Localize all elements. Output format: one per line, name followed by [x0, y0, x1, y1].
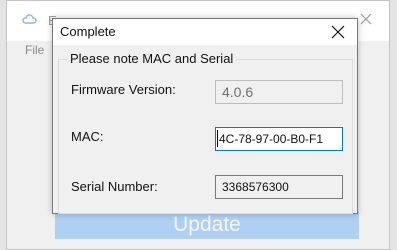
text-caret	[217, 130, 218, 147]
close-icon	[331, 25, 345, 39]
cloud-icon	[22, 14, 37, 24]
complete-dialog: Complete Please note MAC and Serial Firm…	[52, 18, 358, 214]
dialog-close-button[interactable]	[323, 20, 353, 44]
file-menu[interactable]: File	[25, 43, 44, 57]
close-icon[interactable]	[358, 11, 374, 27]
firmware-version-label: Firmware Version:	[71, 82, 176, 97]
dialog-title-bar: Complete	[53, 19, 357, 45]
serial-number-label: Serial Number:	[71, 179, 158, 194]
mac-field[interactable]	[215, 127, 343, 151]
firmware-version-field[interactable]	[215, 80, 343, 104]
dialog-title: Complete	[60, 24, 116, 39]
mac-serial-groupbox: Please note MAC and Serial Firmware Vers…	[58, 51, 353, 214]
mac-label: MAC:	[71, 129, 104, 144]
update-button[interactable]: Update	[55, 211, 359, 239]
serial-number-field[interactable]	[215, 175, 343, 199]
groupbox-label: Please note MAC and Serial	[67, 51, 237, 66]
